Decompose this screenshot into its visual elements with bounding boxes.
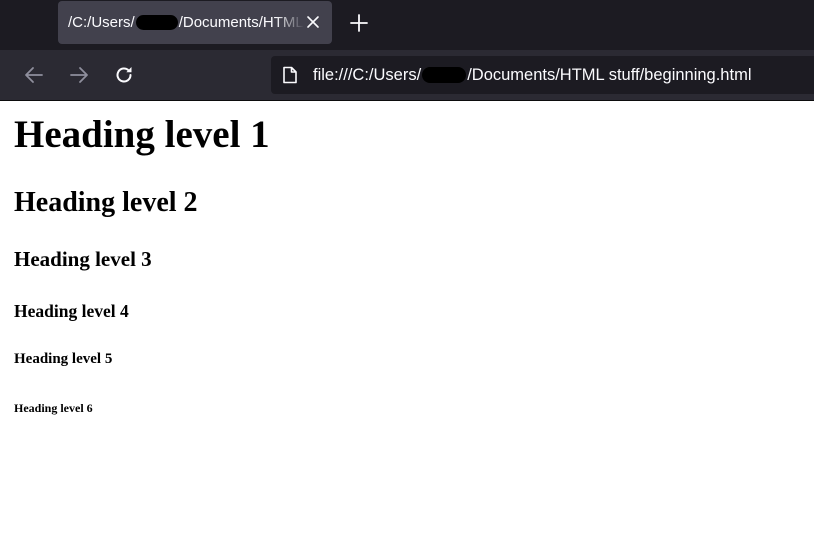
redaction-mark bbox=[135, 15, 178, 30]
heading-level-4: Heading level 4 bbox=[14, 301, 129, 321]
arrow-right-icon[interactable] bbox=[68, 64, 90, 86]
tab-title-suffix: /Documents/HTML% bbox=[178, 14, 304, 31]
tab-strip: /C:/Users/ /Documents/HTML% bbox=[0, 0, 814, 50]
url-suffix: /Documents/HTML stuff/beginning.html bbox=[467, 66, 752, 84]
heading-level-3: Heading level 3 bbox=[14, 247, 152, 271]
reload-icon[interactable] bbox=[113, 64, 135, 86]
browser-tab-active[interactable]: /C:/Users/ /Documents/HTML% bbox=[58, 1, 332, 44]
tab-title: /C:/Users/ /Documents/HTML% bbox=[68, 1, 304, 44]
close-icon[interactable] bbox=[304, 13, 322, 31]
plus-icon[interactable] bbox=[348, 12, 370, 34]
url-text[interactable]: file:///C:/Users/ /Documents/HTML stuff/b… bbox=[313, 56, 751, 94]
tab-title-prefix: /C:/Users/ bbox=[68, 14, 135, 31]
nav-toolbar: file:///C:/Users/ /Documents/HTML stuff/b… bbox=[0, 50, 814, 100]
page-content: Heading level 1 Heading level 2 Heading … bbox=[0, 101, 814, 546]
url-prefix: file:///C:/Users/ bbox=[313, 66, 422, 84]
heading-level-1: Heading level 1 bbox=[14, 113, 270, 156]
redaction-mark bbox=[422, 67, 467, 83]
arrow-left-icon[interactable] bbox=[23, 64, 45, 86]
heading-level-2: Heading level 2 bbox=[14, 187, 198, 218]
heading-level-6: Heading level 6 bbox=[14, 401, 93, 415]
heading-level-5: Heading level 5 bbox=[14, 351, 113, 367]
url-bar[interactable]: file:///C:/Users/ /Documents/HTML stuff/b… bbox=[271, 56, 814, 94]
file-icon bbox=[283, 66, 297, 84]
